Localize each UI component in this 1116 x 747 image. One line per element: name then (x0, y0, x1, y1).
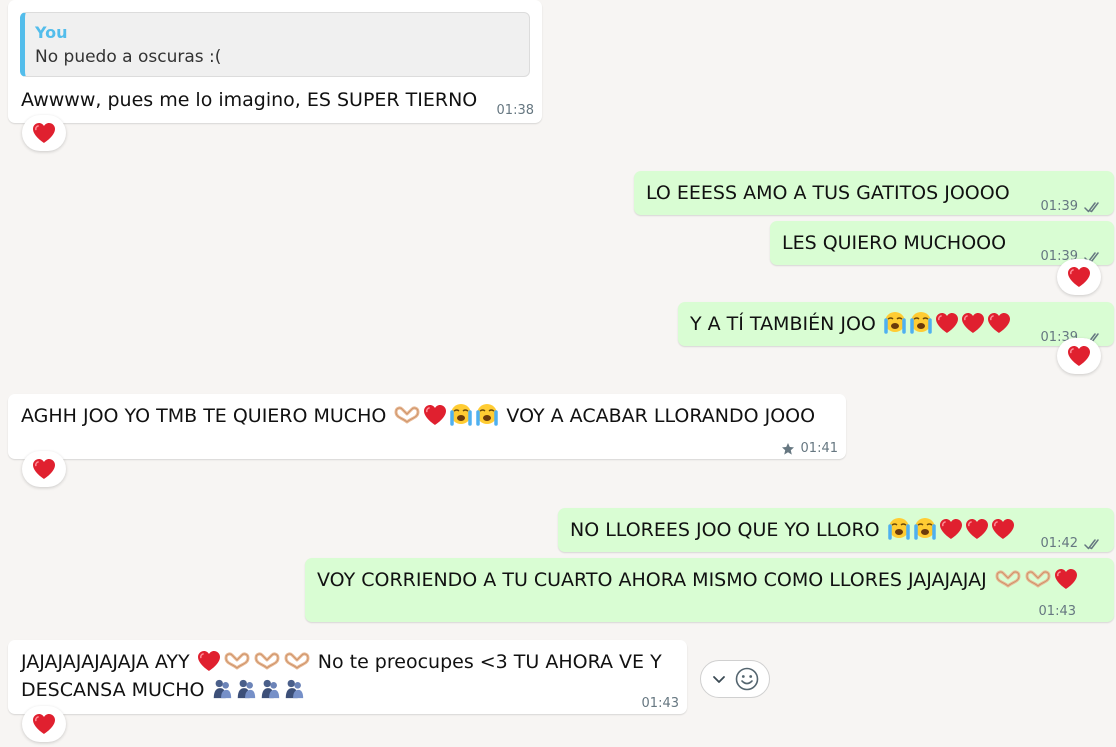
red-heart-icon (1067, 266, 1091, 288)
message-meta: 01:38 (497, 97, 534, 125)
chevron-down-icon[interactable] (711, 671, 727, 687)
loudly-crying-face-icon (449, 402, 473, 426)
message-text-content: Y A TÍ TAMBIÉN JOO (690, 313, 876, 335)
red-heart-icon (32, 458, 56, 480)
people-hugging-icon (283, 678, 305, 700)
loudly-crying-face-icon (913, 516, 937, 540)
message-text-content: DESCANSA MUCHO (21, 679, 205, 701)
message-text: Awwww, pues me lo imagino, ES SUPER TIER… (21, 89, 478, 111)
heart-hands-icon (393, 404, 421, 426)
message-meta: 01:43 (642, 690, 679, 718)
message-text-content: VOY CORRIENDO A TU CUARTO AHORA MISMO CO… (317, 569, 987, 591)
heart-hands-icon (223, 650, 251, 672)
message-time: 01:43 (1038, 604, 1076, 619)
red-heart-icon (197, 650, 221, 672)
message-text: NO LLOREES JOO QUE YO LLORO (570, 516, 1016, 544)
red-heart-icon (935, 312, 959, 334)
read-ticks-icon (1084, 201, 1102, 213)
read-ticks-icon (1084, 538, 1102, 550)
message-bubble-outgoing[interactable]: NO LLOREES JOO QUE YO LLORO 01:42 (558, 508, 1114, 552)
red-heart-icon (1054, 568, 1078, 590)
reaction-badge[interactable] (1057, 338, 1101, 374)
red-heart-icon (961, 312, 985, 334)
people-hugging-icon (235, 678, 257, 700)
message-text-content: VOY A ACABAR LLORANDO JOOO (506, 405, 816, 427)
red-heart-icon (991, 518, 1015, 540)
message-text-content: AGHH JOO YO TMB TE QUIERO MUCHO (21, 405, 387, 427)
message-time: 01:43 (641, 696, 679, 711)
message-bubble-incoming[interactable]: You No puedo a oscuras :( Awwww, pues me… (8, 0, 542, 123)
people-hugging-icon (211, 678, 233, 700)
message-bubble-outgoing[interactable]: VOY CORRIENDO A TU CUARTO AHORA MISMO CO… (305, 558, 1114, 622)
message-text-content: JAJAJAJAJAJAJA AYY (21, 651, 190, 673)
message-text: JAJAJAJAJAJAJA AYY No te preocupes <3 TU… (21, 648, 662, 676)
loudly-crying-face-icon (909, 310, 933, 334)
red-heart-icon (423, 404, 447, 426)
people-hugging-icon (259, 678, 281, 700)
message-time: 01:41 (800, 441, 838, 456)
message-meta: 01:41 (781, 435, 838, 463)
heart-hands-icon (283, 650, 311, 672)
red-heart-icon (1067, 345, 1091, 367)
message-text: LES QUIERO MUCHOOO (782, 232, 1007, 254)
message-text-content: No te preocupes <3 TU AHORA VE Y (317, 651, 662, 673)
message-text-content: NO LLOREES JOO QUE YO LLORO (570, 519, 880, 541)
quoted-message[interactable]: You No puedo a oscuras :( (20, 12, 530, 77)
message-bubble-incoming[interactable]: AGHH JOO YO TMB TE QUIERO MUCHO VOY A AC… (8, 394, 846, 459)
emoji-smile-icon[interactable] (734, 666, 760, 692)
red-heart-icon (965, 518, 989, 540)
heart-hands-icon (253, 650, 281, 672)
red-heart-icon (32, 713, 56, 735)
message-bubble-outgoing[interactable]: Y A TÍ TAMBIÉN JOO 01:39 (678, 302, 1114, 346)
loudly-crying-face-icon (475, 402, 499, 426)
message-text: LO EEESS AMO A TUS GATITOS JOOOO (646, 182, 1010, 204)
red-heart-icon (939, 518, 963, 540)
reaction-badge[interactable] (22, 451, 66, 487)
message-meta: 01:43 (1039, 598, 1076, 626)
message-meta: 01:39 (1041, 193, 1102, 221)
message-text: VOY CORRIENDO A TU CUARTO AHORA MISMO CO… (317, 566, 1079, 594)
message-text: Y A TÍ TAMBIÉN JOO (690, 310, 1012, 338)
message-time: 01:39 (1040, 199, 1078, 214)
message-bubble-outgoing[interactable]: LO EEESS AMO A TUS GATITOS JOOOO 01:39 (634, 171, 1114, 215)
red-heart-icon (32, 122, 56, 144)
reaction-badge[interactable] (1057, 259, 1101, 295)
message-meta: 01:42 (1041, 530, 1102, 558)
reaction-badge[interactable] (22, 115, 66, 151)
quote-text: No puedo a oscuras :( (35, 47, 222, 67)
red-heart-icon (987, 312, 1011, 334)
message-bubble-incoming[interactable]: JAJAJAJAJAJAJA AYY No te preocupes <3 TU… (8, 640, 687, 714)
message-text: AGHH JOO YO TMB TE QUIERO MUCHO VOY A AC… (21, 402, 815, 430)
message-hover-actions (700, 660, 770, 698)
heart-hands-icon (994, 568, 1022, 590)
reaction-badge[interactable] (22, 706, 66, 742)
heart-hands-icon (1024, 568, 1052, 590)
star-icon (781, 442, 795, 456)
loudly-crying-face-icon (883, 310, 907, 334)
message-time: 01:42 (1040, 536, 1078, 551)
message-text-line2: DESCANSA MUCHO (21, 676, 306, 704)
message-time: 01:38 (496, 103, 534, 118)
loudly-crying-face-icon (887, 516, 911, 540)
message-bubble-outgoing[interactable]: LES QUIERO MUCHOOO 01:39 (770, 221, 1114, 265)
